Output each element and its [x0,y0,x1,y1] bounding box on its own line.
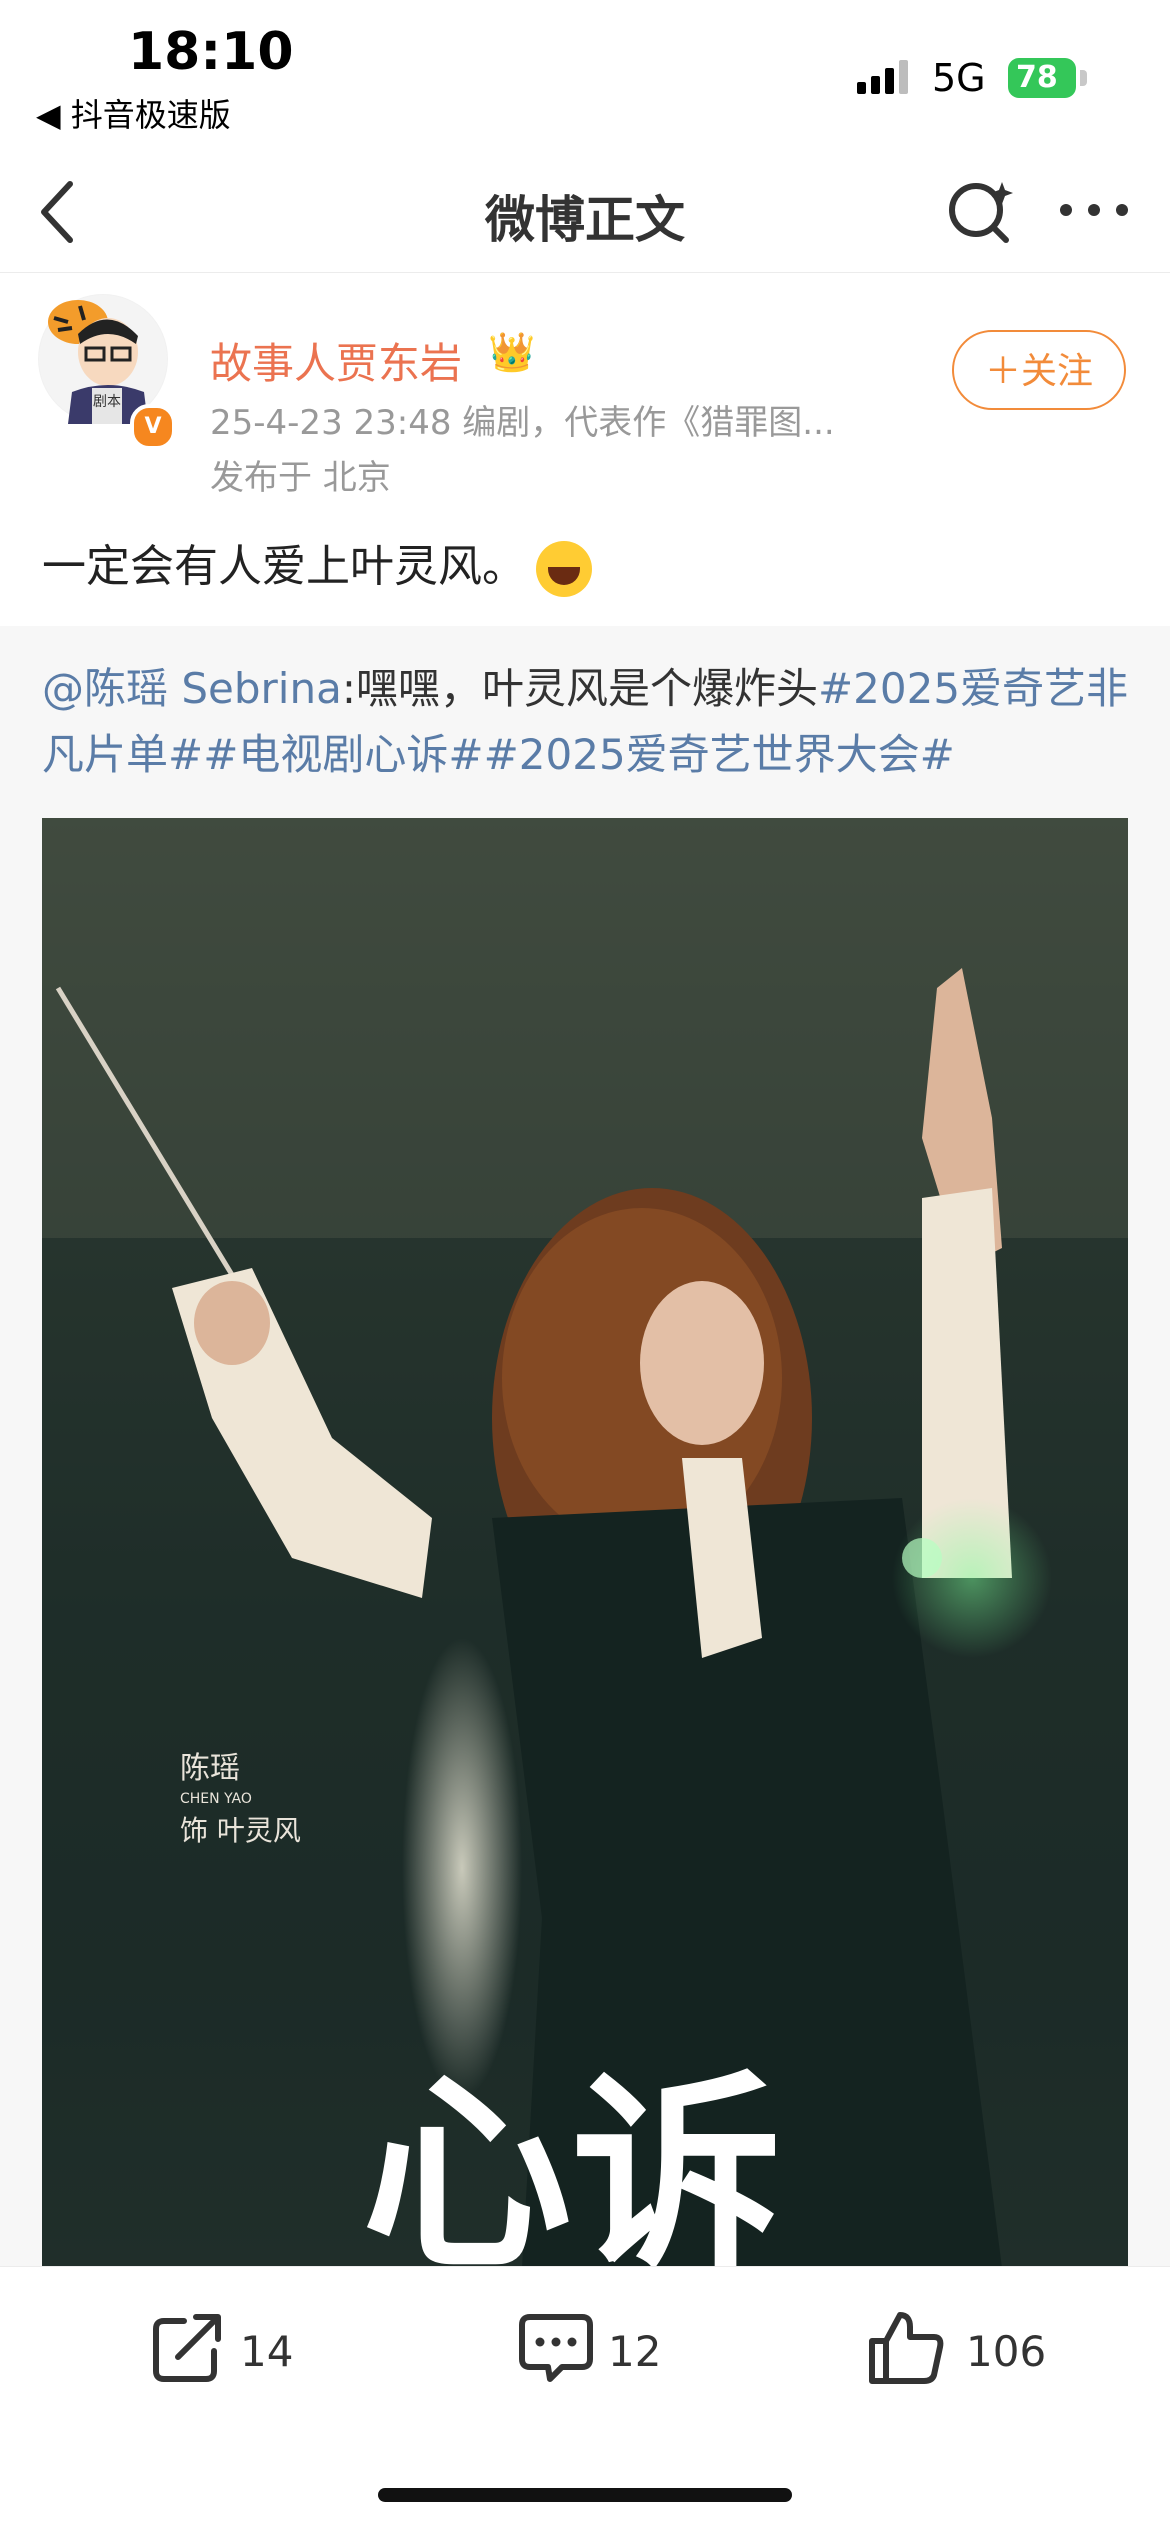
home-indicator[interactable] [378,2488,792,2502]
svg-text:饰 叶灵风: 饰 叶灵风 [180,1814,301,1847]
signal-icon [857,60,908,94]
more-icon[interactable] [1058,198,1130,222]
author-name[interactable]: 故事人贾东岩 [210,330,462,391]
comment-button[interactable]: 12 [516,2307,661,2397]
search-icon[interactable] [942,170,1018,250]
post-text: 一定会有人爱上叶灵风。 [42,530,592,597]
status-bar: 18:10 ◀ 抖音极速版 5G 78 [0,0,1170,150]
share-icon [153,2314,221,2382]
repost-text: @陈瑶 Sebrina:嘿嘿，叶灵风是个爆炸头#2025爱奇艺非凡片单##电视剧… [42,656,1132,788]
post-location: 发布于 北京 [210,458,391,498]
share-count: 14 [240,2327,294,2376]
nav-bar: 微博正文 [0,150,1170,273]
poster-illustration: 陈瑶 CHEN YAO 饰 叶灵风 心诉 [42,818,1128,2268]
comment-count: 12 [608,2327,662,2376]
status-time: 18:10 [128,22,294,82]
battery-cap [1080,70,1087,86]
like-count: 106 [966,2327,1047,2376]
laughing-emoji-icon [536,541,592,597]
svg-text:陈瑶: 陈瑶 [180,1751,240,1786]
verified-badge-icon: V [130,404,176,450]
repost-content: :嘿嘿，叶灵风是个爆炸头 [341,664,818,713]
svg-text:心诉: 心诉 [362,2051,782,2268]
hashtag-link[interactable]: #电视剧心诉# [203,730,483,779]
repost-block[interactable]: @陈瑶 Sebrina:嘿嘿，叶灵风是个爆炸头#2025爱奇艺非凡片单##电视剧… [0,626,1170,2268]
svg-text:剧本: 剧本 [93,394,121,410]
action-bar: 14 12 106 [0,2266,1170,2437]
post-text-content: 一定会有人爱上叶灵风。 [42,541,526,592]
post-meta: 25-4-23 23:48 编剧，代表作《猎罪图... [210,403,835,443]
back-to-app-link[interactable]: ◀ 抖音极速版 [36,90,231,136]
battery-icon: 78 [1008,58,1076,98]
network-label: 5G [932,56,986,100]
poster-image[interactable]: 陈瑶 CHEN YAO 饰 叶灵风 心诉 [42,818,1128,2268]
svg-text:CHEN YAO: CHEN YAO [180,1791,252,1807]
like-button[interactable]: 106 [866,2307,1046,2397]
share-button[interactable]: 14 [148,2307,293,2397]
crown-icon: 👑 [488,330,536,374]
mention-link[interactable]: @陈瑶 Sebrina [42,664,342,713]
follow-button[interactable]: ＋关注 [952,330,1126,410]
thumbs-up-icon [869,2312,944,2384]
comment-icon [519,2314,593,2382]
hashtag-link[interactable]: #2025爱奇艺世界大会# [484,730,955,779]
